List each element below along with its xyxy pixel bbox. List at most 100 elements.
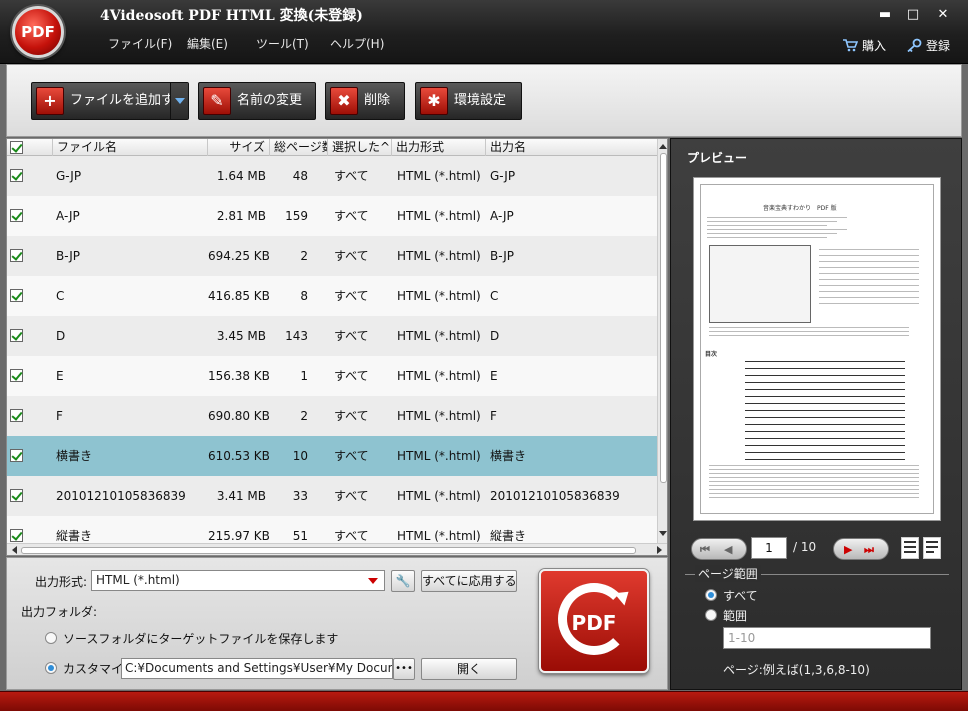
preview-text-line xyxy=(819,273,919,274)
wrench-icon: 🔧 xyxy=(395,574,411,588)
minimize-button[interactable]: ▬ xyxy=(874,6,896,24)
range-all-label[interactable]: すべて xyxy=(723,587,758,604)
prev-page-icon[interactable]: ◀ xyxy=(724,543,732,556)
source-folder-label[interactable]: ソースフォルダにターゲットファイルを保存します xyxy=(63,630,338,647)
row-checkbox[interactable] xyxy=(10,449,23,462)
menu-file[interactable]: ファイル(F) xyxy=(108,35,172,52)
toolbar: + ファイルを追加する ✎ 名前の変更 ✖ 削除 ✱ 環境設定 xyxy=(6,64,962,137)
col-selected[interactable]: 選択した^ xyxy=(328,139,392,156)
scroll-up-arrow[interactable] xyxy=(659,140,667,149)
row-checkbox[interactable] xyxy=(10,529,23,542)
cell-output: A-JP xyxy=(490,209,514,223)
table-row[interactable]: 20101210105836839 3.41 MB 33 すべて HTML (*.htm… xyxy=(7,476,657,516)
preview-text-line xyxy=(745,424,905,425)
open-folder-button[interactable]: 開く xyxy=(421,658,517,680)
preview-text-line xyxy=(745,361,905,362)
table-row[interactable]: D 3.45 MB 143 すべて HTML (*.html) D xyxy=(7,316,657,356)
cell-format: HTML (*.html) xyxy=(397,489,481,503)
row-checkbox[interactable] xyxy=(10,489,23,502)
close-button[interactable]: ✕ xyxy=(932,6,954,24)
col-format[interactable]: 出力形式 xyxy=(392,139,486,156)
row-checkbox[interactable] xyxy=(10,169,23,182)
menu-help[interactable]: ヘルプ(H) xyxy=(330,35,384,52)
preview-text-line xyxy=(819,267,919,268)
cell-filename: E xyxy=(56,369,64,383)
cell-selected: すべて xyxy=(334,249,369,263)
menu-edit[interactable]: 編集(E) xyxy=(187,35,228,52)
row-checkbox[interactable] xyxy=(10,369,23,382)
preview-text-line xyxy=(709,335,909,336)
single-page-view-icon[interactable] xyxy=(901,537,919,559)
format-select[interactable]: HTML (*.html) xyxy=(91,570,385,591)
delete-icon: ✖ xyxy=(330,87,358,115)
row-checkbox[interactable] xyxy=(10,409,23,422)
table-row[interactable]: 横書き 610.53 KB 10 すべて HTML (*.html) 横書き xyxy=(7,436,657,476)
cell-size: 610.53 KB xyxy=(208,449,270,463)
settings-button[interactable]: ✱ 環境設定 xyxy=(415,82,522,120)
row-checkbox[interactable] xyxy=(10,249,23,262)
table-row[interactable]: E 156.38 KB 1 すべて HTML (*.html) E xyxy=(7,356,657,396)
preview-text-line xyxy=(709,477,919,478)
table-row[interactable]: G-JP 1.64 MB 48 すべて HTML (*.html) G-JP xyxy=(7,156,657,196)
next-last-buttons[interactable]: ▶ ⏭ xyxy=(833,538,889,560)
register-link[interactable]: 登録 xyxy=(906,37,950,54)
output-path-input[interactable]: C:¥Documents and Settings¥User¥My Docume… xyxy=(121,658,393,679)
select-all-checkbox[interactable] xyxy=(10,141,23,154)
horizontal-scrollbar[interactable] xyxy=(7,543,667,555)
scroll-left-arrow[interactable] xyxy=(8,546,17,554)
convert-button[interactable]: PDF xyxy=(539,569,649,673)
preview-text-line xyxy=(819,297,919,298)
table-row[interactable]: B-JP 694.25 KB 2 すべて HTML (*.html) B-JP xyxy=(7,236,657,276)
col-pages[interactable]: 総ページ数 xyxy=(270,139,328,156)
row-checkbox[interactable] xyxy=(10,209,23,222)
row-checkbox[interactable] xyxy=(10,329,23,342)
first-page-icon[interactable]: ⏮ xyxy=(700,543,710,557)
next-page-icon[interactable]: ▶ xyxy=(844,543,852,556)
add-file-dropdown[interactable] xyxy=(170,83,188,119)
list-header: ファイル名 サイズ 総ページ数 選択した^ 出力形式 出力名 xyxy=(7,139,657,156)
source-folder-radio[interactable] xyxy=(45,632,57,644)
buy-link[interactable]: 購入 xyxy=(842,37,886,54)
vertical-scroll-thumb[interactable] xyxy=(660,153,667,483)
restore-button[interactable]: □ xyxy=(902,6,924,24)
export-page-icon[interactable] xyxy=(923,537,941,559)
cell-selected: すべて xyxy=(334,409,369,423)
preview-text-line xyxy=(819,291,919,292)
apply-all-button[interactable]: すべてに応用する xyxy=(421,570,517,592)
table-row[interactable]: A-JP 2.81 MB 159 すべて HTML (*.html) A-JP xyxy=(7,196,657,236)
custom-folder-radio[interactable] xyxy=(45,662,57,674)
cell-pages: 2 xyxy=(300,409,308,423)
range-custom-label[interactable]: 範囲 xyxy=(723,607,747,624)
delete-button[interactable]: ✖ 削除 xyxy=(325,82,405,120)
table-row[interactable]: F 690.80 KB 2 すべて HTML (*.html) F xyxy=(7,396,657,436)
range-custom-radio[interactable] xyxy=(705,609,717,621)
col-output[interactable]: 出力名 xyxy=(486,139,657,156)
rename-button[interactable]: ✎ 名前の変更 xyxy=(198,82,316,120)
cell-filename: D xyxy=(56,329,66,343)
preview-text-line xyxy=(819,255,919,256)
cell-output: B-JP xyxy=(490,249,515,263)
vertical-scrollbar[interactable] xyxy=(657,139,667,543)
first-prev-buttons[interactable]: ⏮ ◀ xyxy=(691,538,747,560)
page-range-input[interactable]: 1-10 xyxy=(723,627,931,649)
cell-pages: 48 xyxy=(292,169,308,183)
last-page-icon[interactable]: ⏭ xyxy=(864,543,874,557)
browse-button[interactable]: ••• xyxy=(393,658,415,680)
row-checkbox[interactable] xyxy=(10,289,23,302)
table-row[interactable]: C 416.85 KB 8 すべて HTML (*.html) C xyxy=(7,276,657,316)
page-number-input[interactable]: 1 xyxy=(751,537,787,559)
col-size[interactable]: サイズ xyxy=(208,139,270,156)
add-file-button[interactable]: + ファイルを追加する xyxy=(31,82,189,120)
horizontal-scroll-thumb[interactable] xyxy=(21,547,636,554)
preview-text-line xyxy=(819,279,919,280)
col-filename[interactable]: ファイル名 xyxy=(53,139,208,156)
preview-page-thumbnail: 音楽宝典すわかり PDF 版 目次 xyxy=(700,184,934,514)
scroll-right-arrow[interactable] xyxy=(657,546,666,554)
menu-tools[interactable]: ツール(T) xyxy=(256,35,309,52)
range-all-radio[interactable] xyxy=(705,589,717,601)
gear-icon: ✱ xyxy=(420,87,448,115)
preview-text-line xyxy=(707,229,847,230)
preview-text-line xyxy=(745,389,905,390)
scroll-down-arrow[interactable] xyxy=(659,531,667,540)
format-settings-button[interactable]: 🔧 xyxy=(391,570,415,592)
